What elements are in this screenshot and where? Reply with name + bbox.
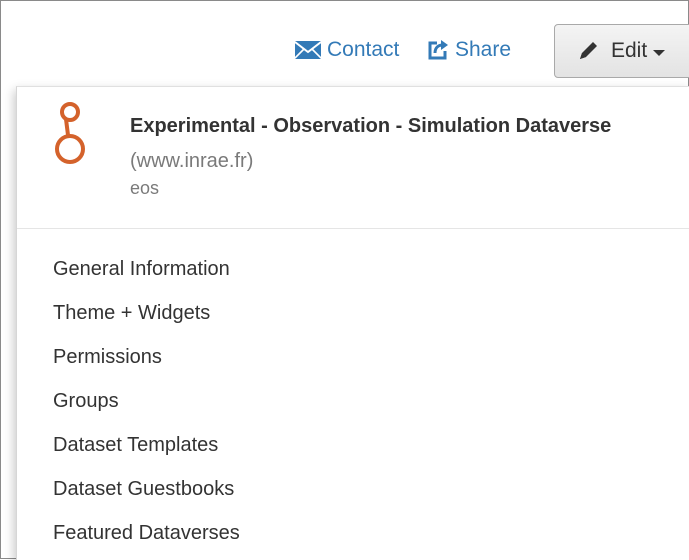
menu-item-groups[interactable]: Groups [17,379,689,423]
dataverse-logo-icon [53,101,87,174]
share-button[interactable]: Share [427,35,511,65]
envelope-icon [295,41,327,59]
edit-dropdown-button[interactable]: Edit [554,24,689,78]
dataverse-affiliation: (www.inrae.fr) [130,150,254,172]
menu-item-permissions[interactable]: Permissions [17,335,689,379]
edit-menu-list: General Information Theme + Widgets Perm… [17,247,689,555]
dataverse-summary: Experimental - Observation - Simulation … [17,87,689,229]
dataverse-alias: eos [130,178,160,198]
share-label: Share [455,38,512,61]
share-icon [427,39,455,61]
caret-down-icon [653,49,666,56]
dataverse-name: Experimental - Observation - Simulation … [130,109,670,179]
menu-item-general-information[interactable]: General Information [17,247,689,291]
dataverse-action-bar: Contact Share Edit [1,1,689,85]
menu-item-dataset-templates[interactable]: Dataset Templates [17,423,689,467]
dataverse-title: Experimental - Observation - Simulation … [130,115,612,137]
menu-item-dataset-guestbooks[interactable]: Dataset Guestbooks [17,467,689,511]
pencil-icon [577,40,599,62]
menu-item-featured-dataverses[interactable]: Featured Dataverses [17,511,689,555]
edit-label: Edit [611,39,648,62]
page-frame: Contact Share Edit Experimental - Observ… [0,0,689,560]
contact-label: Contact [327,38,400,61]
edit-dropdown-menu: Experimental - Observation - Simulation … [16,86,689,560]
menu-item-theme-widgets[interactable]: Theme + Widgets [17,291,689,335]
contact-button[interactable]: Contact [295,35,399,65]
